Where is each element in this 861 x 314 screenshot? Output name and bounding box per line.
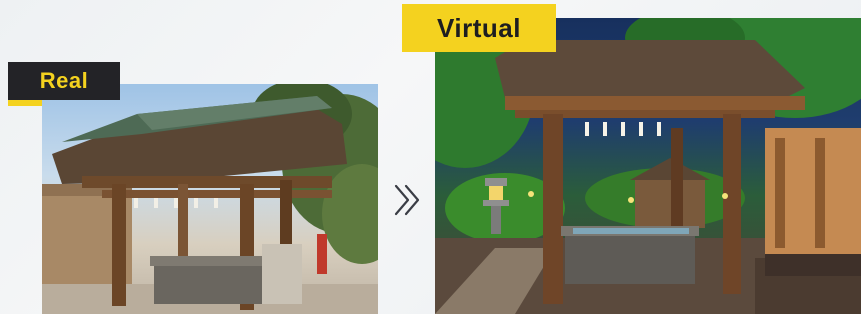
real-shrine-illustration bbox=[42, 84, 378, 314]
comparison-slide: Real Virtual bbox=[0, 0, 861, 314]
real-shrine-photo bbox=[42, 84, 378, 314]
virtual-label: Virtual bbox=[402, 4, 556, 52]
double-chevron-right-icon bbox=[388, 182, 424, 218]
virtual-shrine-illustration bbox=[435, 18, 861, 314]
virtual-shrine-render bbox=[435, 18, 861, 314]
real-label: Real bbox=[8, 62, 120, 106]
